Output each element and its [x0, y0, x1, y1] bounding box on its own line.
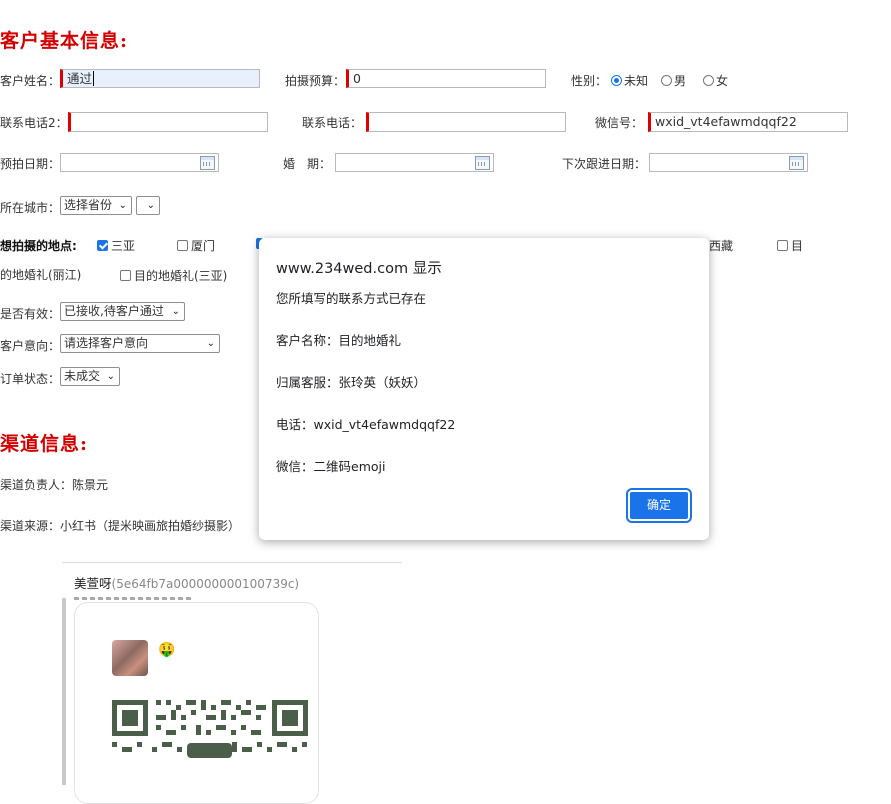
channel-source-value: 小红书（提米映画旅拍婚纱摄影）	[60, 519, 241, 533]
chevron-down-icon: ⌄	[118, 200, 127, 211]
channel-owner-value: 陈景元	[72, 478, 109, 492]
valid-select-value: 已接收,待客户通过	[64, 304, 164, 318]
preshoot-date-input[interactable]	[60, 153, 219, 172]
emoji-icon: 🤑	[158, 642, 176, 658]
radio-selected-icon	[611, 75, 622, 86]
gender-radio-unknown[interactable]: 未知	[611, 72, 648, 89]
location-label: 目	[791, 239, 804, 253]
province-select[interactable]: 选择省份 ⌄	[60, 196, 132, 215]
radio-icon	[661, 75, 672, 86]
location-label: 西藏	[709, 239, 734, 253]
clipped-text-fragment	[74, 597, 194, 600]
order-select[interactable]: 未成交 ⌄	[60, 367, 120, 386]
gender-radio-male[interactable]: 男	[661, 72, 686, 89]
dialog-message-line: 您所填写的联系方式已存在	[276, 291, 427, 306]
location-checkbox-more[interactable]: 目	[777, 237, 803, 254]
dialog-message-line: 客户名称：目的地婚礼	[276, 333, 402, 348]
intent-label: 客户意向：	[0, 339, 61, 353]
name-label: 客户姓名：	[0, 74, 61, 88]
intent-select-value: 请选择客户意向	[64, 336, 149, 350]
radio-icon	[703, 75, 714, 86]
phone2-input[interactable]	[68, 112, 268, 132]
qr-code-graphic	[112, 700, 308, 758]
wechat-label: 微信号：	[595, 116, 644, 130]
gender-option-label: 女	[716, 74, 729, 88]
dest-wedding-sanya-label: 目的地婚礼(三亚)	[134, 269, 228, 283]
name-input-value: 通过	[67, 71, 93, 86]
calendar-icon[interactable]	[200, 156, 215, 170]
chevron-down-icon: ⌄	[106, 371, 115, 382]
checkbox-icon	[777, 240, 788, 251]
channel-source-label: 渠道来源：	[0, 519, 61, 533]
budget-input[interactable]: 0	[346, 69, 546, 88]
divider	[62, 562, 402, 563]
valid-label: 是否有效：	[0, 307, 61, 321]
city-select[interactable]: ⌄	[136, 196, 160, 215]
chat-user: 美萱呀(5e64fb7a000000000100739c)	[74, 573, 299, 592]
checkbox-icon	[120, 270, 131, 281]
location-checkbox-tibet[interactable]: 西藏	[709, 237, 733, 254]
chevron-down-icon: ⌄	[206, 338, 215, 349]
calendar-icon[interactable]	[789, 156, 804, 170]
name-input[interactable]: 通过	[60, 69, 260, 88]
location-checkbox-sanya[interactable]: 三亚	[97, 237, 135, 254]
section-title-channel: 渠道信息:	[0, 433, 89, 455]
locations-label: 想拍摄的地点:	[0, 239, 77, 253]
dialog-title: www.234wed.com 显示	[276, 261, 442, 277]
dest-wedding-sanya-checkbox[interactable]: 目的地婚礼(三亚)	[120, 267, 227, 284]
alert-dialog: www.234wed.com 显示 您所填写的联系方式已存在 客户名称：目的地婚…	[259, 238, 709, 540]
section-title-basic: 客户基本信息:	[0, 30, 129, 52]
qr-code	[110, 658, 308, 758]
dialog-message-line: 归属客服：张玲英（妖妖）	[276, 375, 427, 390]
dest-wedding-lijiang-label[interactable]: 的地婚礼(丽江)	[0, 266, 81, 283]
gender-option-label: 未知	[624, 74, 649, 88]
location-checkbox-xiamen[interactable]: 厦门	[177, 237, 215, 254]
dialog-message-line: 电话：wxid_vt4efawmdqqf22	[276, 417, 456, 432]
wedding-date-input[interactable]	[335, 153, 494, 172]
valid-select[interactable]: 已接收,待客户通过 ⌄	[60, 302, 185, 321]
budget-label: 拍摄预算：	[285, 74, 346, 88]
gender-radio-female[interactable]: 女	[703, 72, 728, 89]
next-followup-label: 下次跟进日期：	[562, 157, 647, 171]
checkbox-icon	[177, 240, 188, 251]
province-select-value: 选择省份	[64, 198, 113, 212]
chevron-down-icon: ⌄	[171, 306, 180, 317]
city-label: 所在城市：	[0, 201, 61, 215]
ok-button[interactable]: 确定	[626, 488, 692, 523]
channel-owner-label: 渠道负责人：	[0, 478, 73, 492]
calendar-icon[interactable]	[475, 156, 490, 170]
location-label: 厦门	[191, 239, 216, 253]
dialog-message-line: 微信：二维码emoji	[276, 459, 386, 474]
preshoot-date-label: 预拍日期：	[0, 157, 61, 171]
chat-user-name: 美萱呀	[74, 576, 112, 591]
order-select-value: 未成交	[64, 369, 101, 383]
gender-label: 性别：	[571, 74, 608, 88]
chat-timestamp-clipped	[74, 594, 194, 600]
phone-input[interactable]	[366, 112, 566, 132]
intent-select[interactable]: 请选择客户意向 ⌄	[60, 334, 220, 353]
phone-label: 联系电话：	[302, 116, 363, 130]
chat-user-id: (5e64fb7a000000000100739c)	[111, 577, 300, 591]
next-followup-input[interactable]	[649, 153, 808, 172]
checkbox-checked-icon	[97, 240, 108, 251]
wedding-date-label: 婚 期：	[283, 157, 332, 171]
wechat-input[interactable]: wxid_vt4efawmdqqf22	[648, 112, 848, 132]
order-label: 订单状态：	[0, 372, 61, 386]
location-label: 三亚	[111, 239, 136, 253]
chevron-down-icon: ⌄	[146, 200, 155, 211]
gender-option-label: 男	[674, 74, 687, 88]
chat-preview-panel: 美萱呀(5e64fb7a000000000100739c) 🤑	[62, 562, 402, 804]
phone2-label: 联系电话2：	[0, 116, 68, 130]
scrollbar[interactable]	[62, 598, 66, 785]
